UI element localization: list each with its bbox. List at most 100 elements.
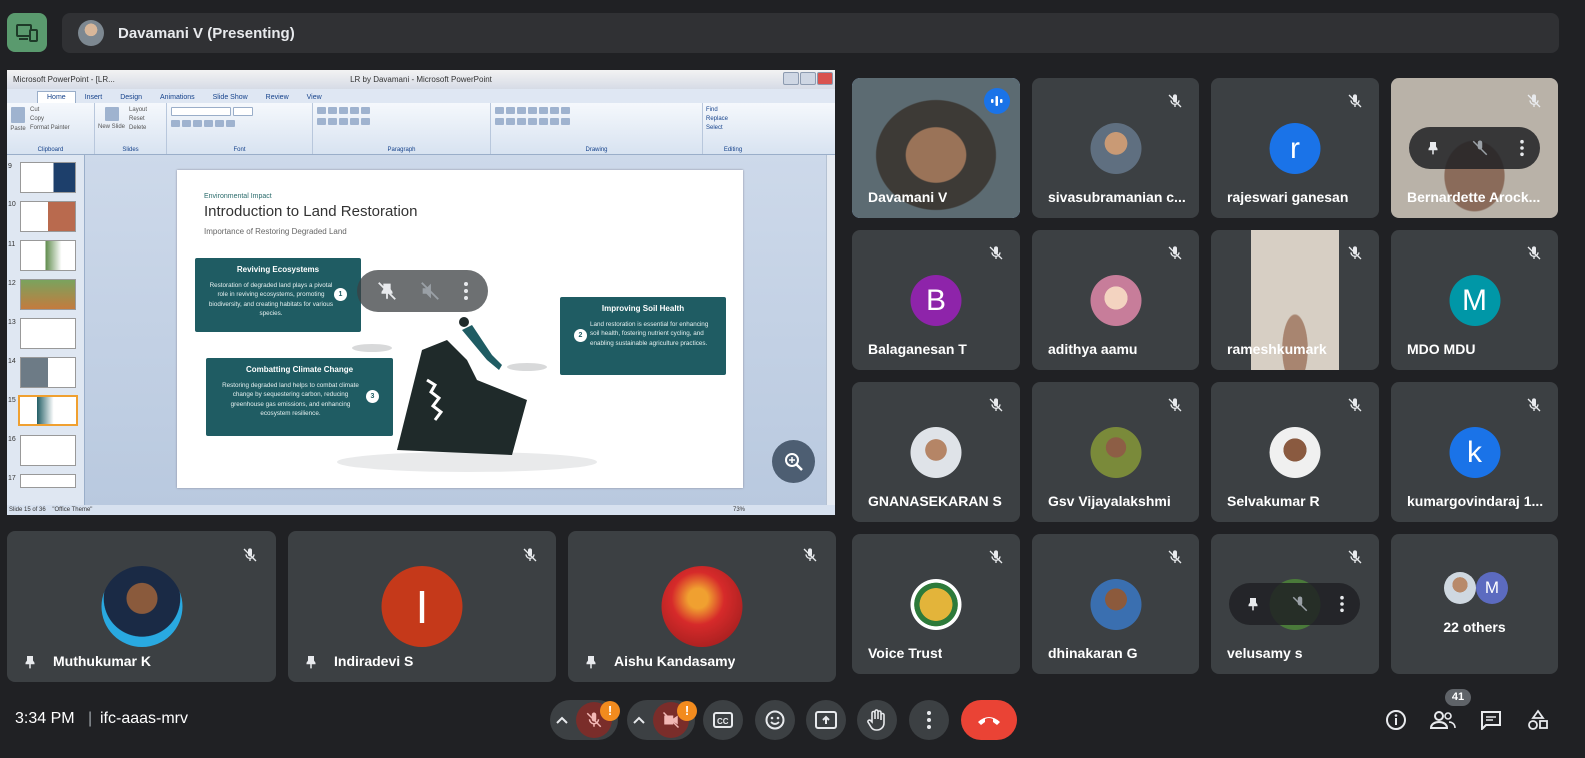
leave-call-button[interactable]	[961, 700, 1017, 740]
ribbon-tab: Design	[120, 94, 142, 101]
ribbon-group-font: Font	[167, 103, 313, 154]
participant-tile[interactable]: velusamy s	[1211, 534, 1379, 674]
participant-name: dhinakaran G	[1048, 645, 1138, 661]
mute-participant-icon[interactable]	[1291, 595, 1309, 613]
speaking-indicator-icon	[984, 88, 1010, 114]
participant-tile[interactable]: Gsv Vijayalakshmi	[1032, 382, 1199, 522]
raise-hand-button[interactable]	[857, 700, 897, 740]
present-screen-icon	[815, 711, 837, 729]
mic-off-icon	[982, 543, 1010, 571]
more-options-icon[interactable]	[463, 281, 469, 301]
more-options-button[interactable]	[909, 700, 949, 740]
participant-tile[interactable]: GNANASEKARAN S	[852, 382, 1020, 522]
participant-tile[interactable]: k kumargovindaraj 1...	[1391, 382, 1558, 522]
chevron-up-icon[interactable]	[633, 716, 645, 724]
pin-icon[interactable]	[21, 653, 39, 671]
powerpoint-title-center: LR by Davamani - Microsoft PowerPoint	[350, 75, 492, 84]
slide-thumbnail	[20, 201, 76, 232]
participant-tile[interactable]: Davamani V	[852, 78, 1020, 218]
slide-subtitle: Importance of Restoring Degraded Land	[204, 227, 347, 236]
group-label: Paragraph	[387, 147, 416, 153]
participant-tile[interactable]: sivasubramanian c...	[1032, 78, 1199, 218]
tile-controls-pill[interactable]	[1229, 583, 1360, 625]
avatar	[910, 579, 962, 630]
thumb-number: 11	[8, 241, 16, 248]
volume-off-icon[interactable]	[419, 280, 441, 302]
participant-name: rameshkumark	[1227, 341, 1327, 357]
participant-name: Gsv Vijayalakshmi	[1048, 493, 1171, 509]
mute-participant-icon[interactable]	[1471, 139, 1489, 157]
more-options-icon[interactable]	[1519, 139, 1525, 157]
participant-tile[interactable]: I Indiradevi S	[288, 531, 556, 682]
presenter-bar[interactable]: Davamani V (Presenting)	[62, 13, 1559, 53]
participant-tile[interactable]: Bernardette Arock...	[1391, 78, 1558, 218]
avatar: r	[1269, 123, 1321, 174]
powerpoint-workspace: 9 10 11 12 13 14 15 16 17 Environmental …	[7, 155, 835, 505]
ribbon-tab: View	[306, 94, 322, 101]
activities-icon	[1528, 709, 1548, 730]
participant-tile[interactable]: adithya aamu	[1032, 230, 1199, 370]
participant-tile[interactable]: r rajeswari ganesan	[1211, 78, 1379, 218]
slide-thumbnail	[20, 357, 76, 388]
pin-icon[interactable]	[1424, 139, 1442, 157]
participant-tile[interactable]: rameshkumark	[1211, 230, 1379, 370]
powerpoint-title-bar: Microsoft PowerPoint - [LR... LR by Dava…	[7, 70, 835, 89]
mic-off-icon	[1161, 239, 1189, 267]
slide-thumbnail	[20, 162, 76, 193]
participant-tile[interactable]: M MDO MDU	[1391, 230, 1558, 370]
pin-icon[interactable]	[582, 653, 600, 671]
captions-button[interactable]: CC	[703, 700, 743, 740]
meeting-details-button[interactable]	[1381, 705, 1411, 735]
presentation-controls-pill[interactable]	[357, 270, 488, 312]
chat-button[interactable]	[1476, 705, 1506, 735]
present-now-button[interactable]	[806, 700, 846, 740]
participant-name: velusamy s	[1227, 645, 1303, 661]
mic-off-icon	[1520, 87, 1548, 115]
mic-off-icon	[1341, 239, 1369, 267]
participant-tile[interactable]: Aishu Kandasamy	[568, 531, 836, 682]
camera-warning-badge: !	[677, 701, 697, 721]
thumb-number: 10	[8, 201, 16, 208]
ribbon-tabs: Home Insert Design Animations Slide Show…	[7, 89, 835, 103]
others-tile[interactable]: M 22 others	[1391, 534, 1558, 674]
avatar: I	[381, 566, 463, 647]
mic-off-icon	[982, 239, 1010, 267]
activities-button[interactable]	[1523, 705, 1553, 735]
people-icon	[1430, 711, 1456, 729]
reactions-button[interactable]	[755, 700, 795, 740]
pin-off-icon[interactable]	[376, 280, 398, 302]
participant-tile[interactable]: dhinakaran G	[1032, 534, 1199, 674]
current-time: 3:34 PM	[15, 710, 75, 727]
format-painter-label: Format Painter	[30, 125, 70, 131]
slide-title: Introduction to Land Restoration	[204, 203, 418, 220]
participant-tile[interactable]: Muthukumar K	[7, 531, 276, 682]
cut-label: Cut	[30, 107, 40, 113]
slide-thumbnail	[20, 279, 76, 310]
participant-tile[interactable]: Selvakumar R	[1211, 382, 1379, 522]
thumb-number: 13	[8, 319, 16, 326]
mic-off-icon	[1161, 543, 1189, 571]
others-avatar	[1444, 572, 1476, 604]
meeting-code: ifc-aaas-mrv	[100, 710, 189, 727]
svg-text:CC: CC	[717, 717, 729, 726]
chevron-up-icon[interactable]	[556, 716, 568, 724]
zoom-in-button[interactable]	[772, 440, 815, 483]
zoom-in-icon	[784, 452, 803, 471]
presentation-screen[interactable]: Microsoft PowerPoint - [LR... LR by Dava…	[7, 70, 835, 515]
participant-tile[interactable]: Voice Trust	[852, 534, 1020, 674]
pin-icon[interactable]	[1244, 595, 1262, 613]
participant-tile[interactable]: B Balaganesan T	[852, 230, 1020, 370]
avatar: M	[1449, 275, 1500, 326]
status-theme: "Office Theme"	[52, 507, 93, 513]
select-label: Select	[706, 125, 723, 131]
emoji-icon	[765, 710, 785, 730]
mic-off-icon	[796, 541, 824, 569]
mic-off-icon	[1341, 391, 1369, 419]
more-options-icon[interactable]	[1339, 595, 1345, 613]
people-button[interactable]	[1428, 705, 1458, 735]
layout-toggle-button[interactable]	[7, 13, 47, 52]
pin-icon[interactable]	[302, 653, 320, 671]
tile-controls-pill[interactable]	[1409, 127, 1540, 169]
ribbon-group-slides: New Slide Layout Reset Delete Slides	[95, 103, 167, 154]
card-number: 1	[334, 288, 347, 301]
